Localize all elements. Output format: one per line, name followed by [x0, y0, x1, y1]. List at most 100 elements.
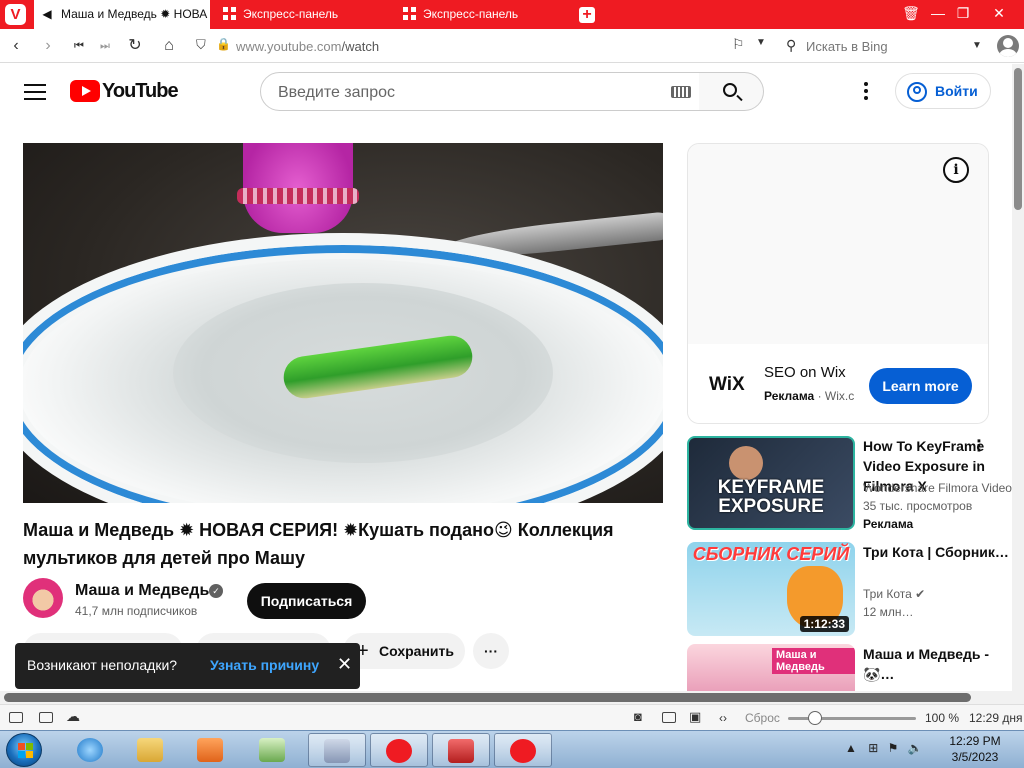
profile-avatar[interactable] [997, 35, 1019, 57]
channel-name[interactable]: Маша и Медведь [75, 582, 209, 600]
verified-icon: ✔ [915, 587, 926, 601]
maximize-button[interactable]: ❐ [948, 0, 978, 29]
taskbar-file-explorer[interactable] [122, 733, 180, 767]
ad-domain: Wix.c [824, 389, 855, 403]
ad-card[interactable]: i WiX SEO on Wix Реклама · Wix.c Learn m… [687, 143, 989, 424]
forward-button[interactable]: › [37, 35, 59, 57]
ad-meta: Реклама · Wix.c [764, 389, 855, 403]
camera-icon[interactable]: ◙ [634, 709, 642, 724]
bookmark-icon[interactable]: ⚐ [732, 36, 745, 53]
wix-logo: WiX [709, 374, 745, 395]
horizontal-scrollbar[interactable] [0, 691, 1012, 704]
url-field[interactable]: ⛉ 🔒 www.youtube.com/watch ⚐ ▼ [190, 34, 775, 58]
folder-icon [137, 738, 163, 762]
close-icon[interactable]: ✕ [337, 655, 352, 673]
address-bar-row: ‹ › ⏮ ⏭ ↻ ⌂ ⛉ 🔒 www.youtube.com/watch ⚐ … [0, 29, 1024, 63]
vivaldi-icon [510, 739, 536, 763]
keyboard-icon[interactable] [671, 86, 691, 98]
recommendation-thumbnail[interactable]: KEYFRAME EXPOSURE [687, 436, 855, 530]
shield-icon[interactable]: ⛉ [196, 37, 206, 53]
tab-express-panel-2[interactable]: Экспресс-панель [394, 0, 574, 29]
volume-icon[interactable]: 🔈 [908, 741, 923, 755]
ad-footer: WiX SEO on Wix Реклама · Wix.c Learn mor… [688, 344, 988, 423]
zoom-level: 100 % [925, 711, 960, 725]
action-center-flag-icon[interactable]: ⚑ [888, 741, 899, 755]
trash-icon[interactable]: 🗑 [896, 0, 926, 29]
url-host: www.youtube.com [236, 39, 342, 54]
youtube-logo[interactable]: YouTube [70, 80, 179, 104]
recommendation-item[interactable]: СБОРНИК СЕРИЙ 1:12:33 Три Кота | Сборник… [687, 542, 1017, 636]
lock-icon[interactable]: 🔒 [216, 37, 231, 51]
taskbar-vivaldi-1[interactable] [370, 733, 428, 767]
more-actions-button[interactable]: ··· [473, 633, 509, 669]
recommendation-title: Маша и Медведь - 🐼… [863, 646, 990, 682]
video-player[interactable] [23, 143, 663, 503]
web-search-field[interactable]: ⚲ Искать в Bing ▼ [780, 34, 990, 58]
image-icon[interactable]: ▣ [689, 709, 701, 725]
page-actions-icon[interactable]: ‹› [719, 711, 727, 725]
thumbnail-presenter [729, 446, 763, 480]
panel-toggle-icon[interactable] [9, 712, 23, 723]
home-button[interactable]: ⌂ [158, 35, 180, 57]
taskbar-vivaldi-2[interactable] [494, 733, 552, 767]
taskbar-media-player[interactable] [182, 733, 240, 767]
close-window-button[interactable]: ✕ [984, 0, 1014, 29]
scrollbar-thumb[interactable] [1014, 68, 1022, 210]
channel-avatar[interactable] [23, 578, 63, 618]
save-button[interactable]: + Сохранить [343, 633, 465, 669]
tab-tiling-icon[interactable] [39, 712, 53, 723]
search-button[interactable] [699, 72, 764, 111]
recommendation-channel: Wondershare Filmora Video [863, 481, 1012, 495]
taskbar-internet-explorer[interactable] [62, 733, 120, 767]
menu-icon[interactable] [24, 84, 46, 100]
fast-forward-button[interactable]: ⏭ [94, 35, 116, 57]
account-icon [907, 82, 927, 102]
recommendation-title: Три Кота | Сборник… [863, 544, 1009, 560]
search-icon: ⚲ [786, 37, 797, 53]
subscribe-button[interactable]: Подписаться [247, 583, 366, 619]
cloud-sync-icon[interactable]: ☁ [66, 708, 80, 725]
info-icon[interactable]: i [943, 157, 969, 183]
vertical-scrollbar[interactable] [1012, 64, 1024, 704]
learn-more-button[interactable]: Learn more [869, 368, 972, 404]
page-tiling-icon[interactable] [662, 712, 676, 723]
taskbar-rar-app[interactable] [308, 733, 366, 767]
search-input[interactable]: Введите запрос [260, 72, 700, 111]
zoom-reset-button[interactable]: Сброс [745, 711, 780, 725]
media-player-icon [197, 738, 223, 762]
taskbar-csharp-editor[interactable] [244, 733, 302, 767]
windows-taskbar: ▲ ⊞ ⚑ 🔈 12:29 PM 3/5/2023 [0, 730, 1024, 768]
taskbar-toolbox-app[interactable] [432, 733, 490, 767]
network-icon[interactable]: ⊞ [868, 741, 878, 755]
new-tab-button[interactable]: + [579, 7, 595, 23]
zoom-slider[interactable] [788, 711, 916, 725]
windows-logo-blue [18, 751, 25, 758]
windows-logo-yellow [26, 751, 33, 758]
zoom-slider-knob[interactable] [808, 711, 822, 725]
taskbar-clock[interactable]: 12:29 PM 3/5/2023 [935, 733, 1015, 765]
reload-button[interactable]: ↻ [124, 35, 146, 57]
search-engine-dropdown-icon[interactable]: ▼ [972, 40, 982, 51]
sign-in-button[interactable]: Войти [895, 73, 991, 109]
tab-express-panel-1[interactable]: Экспресс-панель [214, 0, 394, 29]
chevron-down-icon[interactable]: ▼ [756, 37, 766, 48]
windows-logo-green [26, 743, 33, 750]
tab-masha[interactable]: ◀ Маша и Медведь ✹ НОВА [34, 0, 210, 29]
recommendation-thumbnail[interactable]: СБОРНИК СЕРИЙ 1:12:33 [687, 542, 855, 636]
thumbnail-text: KEYFRAME EXPOSURE [717, 477, 825, 517]
ad-label: Реклама [764, 389, 815, 403]
toast-learn-why-link[interactable]: Узнать причину [210, 657, 319, 673]
recommendation-item[interactable]: KEYFRAME EXPOSURE How To KeyFrame Video … [687, 436, 1017, 531]
start-button[interactable] [6, 733, 42, 767]
rewind-button[interactable]: ⏮ [68, 35, 90, 57]
settings-kebab-icon[interactable] [864, 82, 868, 102]
recommendation-more-icon[interactable]: ⋮ [971, 436, 987, 456]
thumbnail-text: Маша и Медведь [772, 648, 855, 674]
tray-expand-icon[interactable]: ▲ [845, 741, 857, 755]
scrollbar-thumb[interactable] [4, 693, 971, 702]
vivaldi-menu-icon[interactable]: V [5, 4, 26, 25]
clock-time: 12:29 PM [949, 734, 1001, 748]
recommendation-ad-label: Реклама [863, 517, 914, 531]
back-button[interactable]: ‹ [5, 35, 27, 57]
toast-message: Возникают неполадки? [27, 657, 178, 673]
